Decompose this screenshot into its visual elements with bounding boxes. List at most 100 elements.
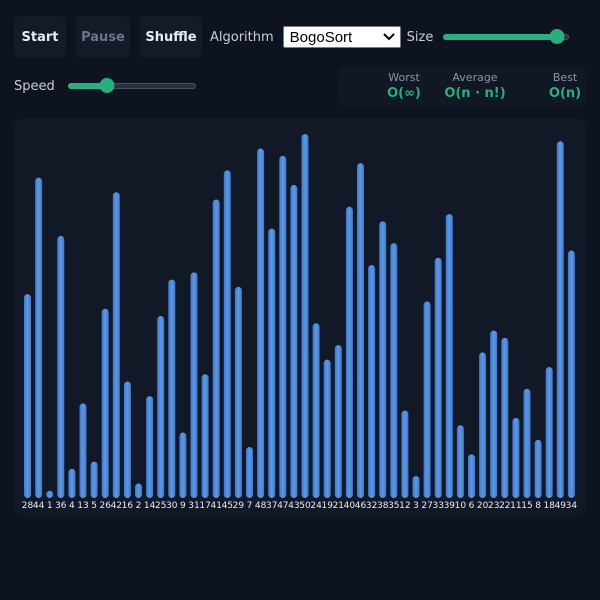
size-slider-fill [443, 34, 557, 40]
shuffle-button[interactable]: Shuffle [140, 16, 202, 58]
bar [512, 417, 520, 498]
bar [523, 388, 531, 498]
complexity-panel: Worst O(∞) Average O(n · n!) Best O(n) [338, 67, 586, 107]
bar [179, 432, 187, 498]
bar [290, 184, 298, 498]
bar [345, 206, 353, 499]
average-case: Average O(n · n!) [444, 71, 506, 101]
bar [46, 490, 54, 498]
bar-value-label: 40 [344, 501, 356, 511]
bar-value-label: 49 [555, 501, 567, 511]
bar [223, 170, 231, 498]
bar-value-label: 19 [321, 501, 333, 511]
bar-value-label: 8 [535, 501, 541, 511]
speed-row: Speed [14, 78, 196, 94]
bar [257, 148, 265, 498]
bar [157, 316, 165, 498]
bar-value-label: 26 [99, 501, 111, 511]
bar-value-label: 7 [247, 501, 253, 511]
bar [567, 250, 575, 498]
start-button[interactable]: Start [14, 16, 66, 58]
bar [24, 294, 31, 498]
speed-label: Speed [14, 78, 55, 94]
bar-value-label: 25 [155, 501, 166, 511]
bar [268, 228, 276, 498]
bar [146, 396, 154, 498]
bar-value-label: 5 [91, 501, 97, 511]
bar-value-label: 21 [333, 501, 344, 511]
best-case: Best O(n) [542, 71, 588, 101]
bar-value-label: 45 [222, 501, 233, 511]
bar-value-label: 31 [188, 501, 199, 511]
bar [201, 374, 209, 498]
bar-value-label: 4 [69, 501, 75, 511]
pause-button[interactable]: Pause [76, 16, 130, 58]
bar-value-label: 48 [255, 501, 267, 511]
bar-value-label: 15 [521, 501, 532, 511]
bar-value-label: 33 [432, 501, 443, 511]
bar [468, 454, 475, 498]
average-case-value: O(n · n!) [444, 86, 506, 101]
bar [234, 286, 242, 498]
bar-value-label: 44 [33, 501, 45, 511]
speed-slider[interactable] [67, 78, 196, 94]
bar-value-label: 22 [499, 501, 510, 511]
algorithm-select-value: BogoSort [289, 28, 353, 46]
best-case-label: Best [552, 71, 578, 84]
bar-value-label: 18 [543, 501, 555, 511]
size-slider-thumb[interactable] [549, 29, 565, 44]
bar-value-label: 17 [199, 501, 210, 511]
bar-value-label: 24 [310, 501, 322, 511]
bar-value-label: 3 [413, 501, 419, 511]
bar [79, 403, 87, 498]
chevron-down-icon [382, 31, 395, 43]
bar-chart-panel: 28 44 1 36 4 13 5 26 42 16 2 14 25 30 9 31 17 41 45 29 7 48 37… [14, 118, 586, 515]
bar-value-label: 42 [111, 501, 122, 511]
bar [279, 155, 287, 498]
bar [101, 308, 109, 498]
bar [135, 483, 142, 498]
bar-value-label: 32 [366, 501, 377, 511]
bar-value-label: 6 [469, 501, 475, 511]
algorithm-select[interactable]: BogoSort [282, 26, 401, 48]
bar [57, 235, 65, 499]
bar-value-label: 37 [266, 501, 277, 511]
bar-value-label: 2 [136, 501, 142, 511]
bar [545, 366, 553, 498]
bar-value-label: 13 [77, 501, 88, 511]
bar [412, 476, 420, 498]
bar [301, 134, 309, 498]
bar-value-label: 34 [566, 501, 578, 511]
bar [423, 301, 431, 498]
bar-value-label: 46 [355, 501, 367, 511]
bar-chart: 28 44 1 36 4 13 5 26 42 16 2 14 25 30 9 31 17 41 45 29 7 48 37… [22, 134, 578, 511]
speed-slider-thumb[interactable] [99, 78, 115, 93]
bar [112, 192, 120, 498]
worst-case-label: Worst [388, 71, 420, 84]
bar-value-label: 35 [388, 501, 399, 511]
bar [312, 323, 320, 498]
bar [445, 214, 453, 498]
toolbar: Start Pause Shuffle Algorithm BogoSort S… [14, 16, 586, 58]
bar [434, 257, 442, 498]
size-slider[interactable] [443, 29, 570, 45]
bar-value-label: 23 [488, 501, 499, 511]
bar-value-label: 12 [399, 501, 410, 511]
bar [90, 461, 98, 498]
bar [168, 279, 176, 498]
bar [212, 199, 220, 498]
bar-value-label: 36 [55, 501, 67, 511]
bar-value-label: 43 [288, 501, 299, 511]
algorithm-label: Algorithm [210, 29, 274, 45]
bar-value-label: 16 [122, 501, 134, 511]
bar [479, 352, 487, 498]
worst-case-value: O(∞) [387, 86, 421, 101]
bar [390, 243, 398, 498]
bar-value-label: 38 [377, 501, 389, 511]
bar [368, 265, 376, 498]
bar-value-label: 14 [144, 501, 156, 511]
bar-value-label: 9 [180, 501, 186, 511]
bar-value-label: 11 [510, 501, 521, 511]
worst-case: Worst O(∞) [376, 71, 432, 101]
bar [556, 141, 564, 498]
